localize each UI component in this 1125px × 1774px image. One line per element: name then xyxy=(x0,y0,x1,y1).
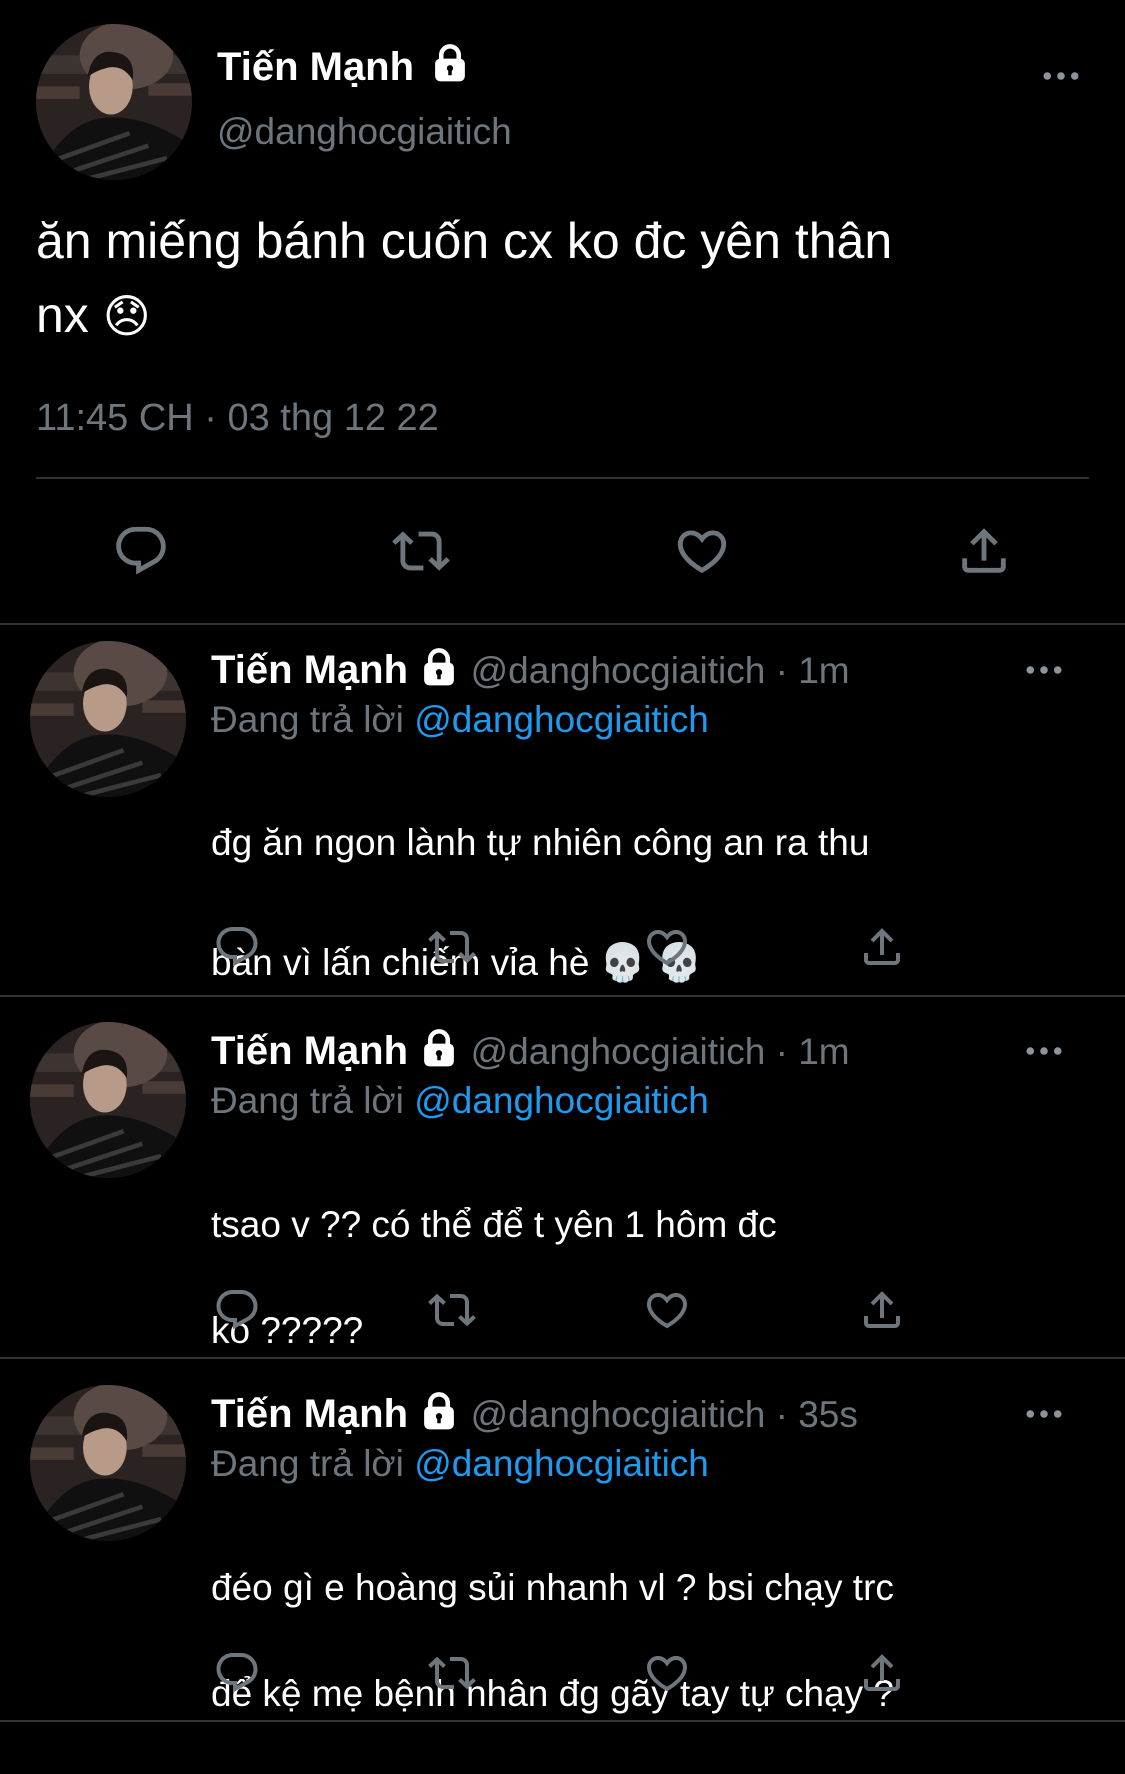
reply-display-name[interactable]: Tiến Mạnh xyxy=(211,1392,408,1436)
reply-icon[interactable] xyxy=(213,1649,261,1697)
lock-icon xyxy=(418,1390,460,1445)
reply-time[interactable]: · 1m xyxy=(776,1031,850,1072)
reply-icon[interactable] xyxy=(213,1286,261,1334)
retweet-icon[interactable] xyxy=(428,1649,476,1697)
replying-to-link[interactable]: @danghocgiaitich xyxy=(414,699,709,740)
reply-icon[interactable] xyxy=(213,923,261,971)
replying-to-link[interactable]: @danghocgiaitich xyxy=(414,1443,709,1484)
reply-text: tsao v ?? có thể để t yên 1 hôm đc ko ??… xyxy=(211,1204,777,1351)
reply-text: đéo gì e hoàng sủi nhanh vl ? bsi chạy t… xyxy=(211,1567,895,1714)
reply-icon[interactable] xyxy=(112,522,170,580)
reply-header: Tiến Mạnh @danghocgiaitich · 35s xyxy=(211,1389,858,1439)
reply-display-name[interactable]: Tiến Mạnh xyxy=(211,648,408,692)
main-divider xyxy=(36,477,1089,479)
replying-to: Đang trả lời @danghocgiaitich xyxy=(211,1080,709,1121)
main-handle[interactable]: @danghocgiaitich xyxy=(217,108,512,156)
reply-text: đg ăn ngon lành tự nhiên công an ra thu … xyxy=(211,822,870,983)
like-icon[interactable] xyxy=(643,923,691,971)
reply-display-name[interactable]: Tiến Mạnh xyxy=(211,1029,408,1073)
disappointed-emoji: 😞 xyxy=(102,290,151,342)
more-icon[interactable] xyxy=(1025,1407,1063,1425)
section-divider xyxy=(0,1357,1125,1359)
replying-to: Đang trả lời @danghocgiaitich xyxy=(211,1443,709,1484)
section-divider xyxy=(0,995,1125,997)
main-timestamp[interactable]: 11:45 CH · 03 thg 12 22 xyxy=(36,394,439,442)
main-avatar[interactable] xyxy=(36,24,192,180)
like-icon[interactable] xyxy=(643,1649,691,1697)
reply-time[interactable]: · 35s xyxy=(776,1394,858,1435)
reply-header: Tiến Mạnh @danghocgiaitich · 1m xyxy=(211,1026,850,1076)
share-icon[interactable] xyxy=(858,1286,906,1334)
share-icon[interactable] xyxy=(858,923,906,971)
more-icon[interactable] xyxy=(1025,663,1063,681)
reply-avatar[interactable] xyxy=(30,641,186,797)
reply-handle[interactable]: @danghocgiaitich xyxy=(471,1031,766,1072)
lock-icon xyxy=(418,646,460,701)
reply-handle[interactable]: @danghocgiaitich xyxy=(471,650,766,691)
section-divider xyxy=(0,623,1125,625)
retweet-icon[interactable] xyxy=(428,1286,476,1334)
lock-icon xyxy=(429,42,471,96)
reply-header: Tiến Mạnh @danghocgiaitich · 1m xyxy=(211,645,850,695)
like-icon[interactable] xyxy=(643,1286,691,1334)
lock-icon xyxy=(418,1027,460,1082)
reply-avatar[interactable] xyxy=(30,1385,186,1541)
more-icon[interactable] xyxy=(1025,1044,1063,1062)
retweet-icon[interactable] xyxy=(392,522,450,580)
like-icon[interactable] xyxy=(673,522,731,580)
main-display-name[interactable]: Tiến Mạnh xyxy=(217,42,471,96)
main-tweet-text: ăn miếng bánh cuốn cx ko đc yên thân nx … xyxy=(36,213,893,343)
replying-to: Đang trả lời @danghocgiaitich xyxy=(211,699,709,740)
reply-time[interactable]: · 1m xyxy=(776,650,850,691)
share-icon[interactable] xyxy=(858,1649,906,1697)
reply-avatar[interactable] xyxy=(30,1022,186,1178)
replying-to-link[interactable]: @danghocgiaitich xyxy=(414,1080,709,1121)
section-divider xyxy=(0,1720,1125,1722)
reply-handle[interactable]: @danghocgiaitich xyxy=(471,1394,766,1435)
share-icon[interactable] xyxy=(955,522,1013,580)
retweet-icon[interactable] xyxy=(428,923,476,971)
more-icon[interactable] xyxy=(1042,69,1080,87)
